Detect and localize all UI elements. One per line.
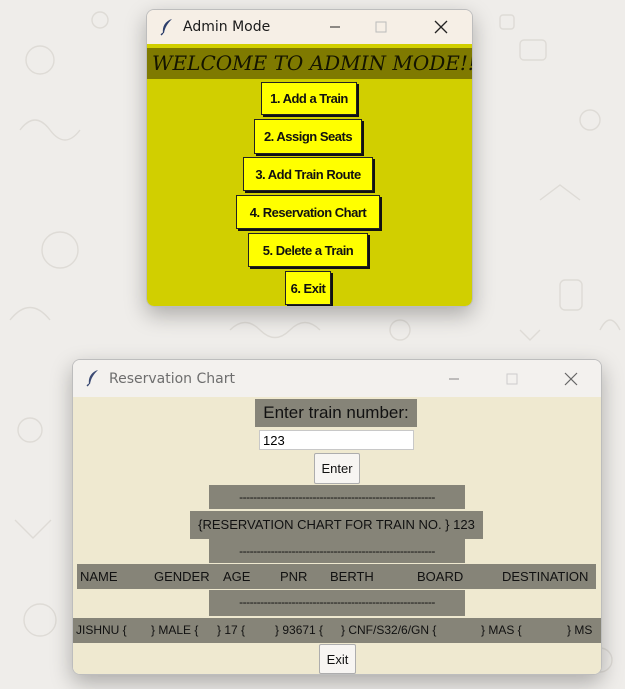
column-header-gender: GENDER	[154, 569, 210, 584]
close-icon	[564, 372, 578, 385]
separator-line: ----------------------------------------…	[209, 485, 465, 509]
close-button[interactable]	[418, 10, 464, 44]
minimize-button[interactable]	[312, 10, 358, 44]
admin-client-area: WELCOME TO ADMIN MODE!! 1. Add a Train 2…	[147, 44, 472, 306]
train-number-prompt: Enter train number:	[255, 399, 417, 427]
cell-berth: } CNF/S32/6/GN {	[341, 623, 437, 637]
reservation-chart-button[interactable]: 4. Reservation Chart	[236, 195, 380, 229]
separator-line: ----------------------------------------…	[209, 539, 465, 563]
table-row: JISHNU { } MALE { } 17 { } 93671 { } CNF…	[73, 618, 601, 643]
minimize-icon	[330, 26, 340, 28]
add-train-route-button[interactable]: 3. Add Train Route	[243, 157, 373, 191]
cell-pnr: } 93671 {	[275, 623, 324, 637]
welcome-banner: WELCOME TO ADMIN MODE!!	[147, 48, 472, 79]
feather-icon	[86, 370, 98, 387]
admin-titlebar[interactable]: Admin Mode	[147, 10, 472, 44]
chart-header-row: NAME GENDER AGE PNR BERTH BOARD DESTINAT…	[77, 564, 596, 589]
maximize-icon	[506, 373, 518, 384]
column-header-berth: BERTH	[330, 569, 374, 584]
feather-icon	[160, 19, 172, 36]
window-title: Reservation Chart	[109, 371, 235, 387]
close-icon	[434, 20, 448, 34]
cell-age: } 17 {	[217, 623, 246, 637]
minimize-button[interactable]	[431, 360, 477, 397]
cell-destination: } MS	[567, 623, 593, 637]
train-number-input[interactable]: 123	[259, 430, 414, 450]
add-train-button[interactable]: 1. Add a Train	[261, 82, 357, 115]
maximize-button[interactable]	[358, 10, 404, 44]
window-title: Admin Mode	[183, 19, 271, 35]
exit-button[interactable]: 6. Exit	[285, 271, 331, 305]
column-header-board: BOARD	[417, 569, 464, 584]
cell-gender: } MALE {	[151, 623, 199, 637]
minimize-icon	[449, 378, 459, 379]
separator-line: ----------------------------------------…	[209, 590, 465, 616]
cell-board: } MAS {	[481, 623, 522, 637]
reservation-chart-window: Reservation Chart Enter train number: 12…	[72, 359, 602, 675]
column-header-pnr: PNR	[280, 569, 308, 584]
delete-train-button[interactable]: 5. Delete a Train	[248, 233, 368, 267]
maximize-button[interactable]	[489, 360, 535, 397]
reservation-client-area: Enter train number: 123 Enter ----------…	[73, 397, 601, 674]
maximize-icon	[375, 21, 387, 33]
exit-button[interactable]: Exit	[319, 644, 356, 674]
column-header-age: AGE	[223, 569, 251, 584]
close-button[interactable]	[548, 360, 594, 397]
admin-mode-window: Admin Mode WELCOME TO ADMIN MODE!! 1. Ad…	[146, 9, 473, 307]
reservation-titlebar[interactable]: Reservation Chart	[73, 360, 601, 397]
enter-button[interactable]: Enter	[314, 453, 360, 484]
column-header-name: NAME	[80, 569, 118, 584]
assign-seats-button[interactable]: 2. Assign Seats	[254, 119, 362, 154]
column-header-destination: DESTINATION	[502, 569, 589, 584]
chart-title: {RESERVATION CHART FOR TRAIN NO. } 123	[190, 511, 483, 539]
cell-name: JISHNU {	[76, 623, 127, 637]
